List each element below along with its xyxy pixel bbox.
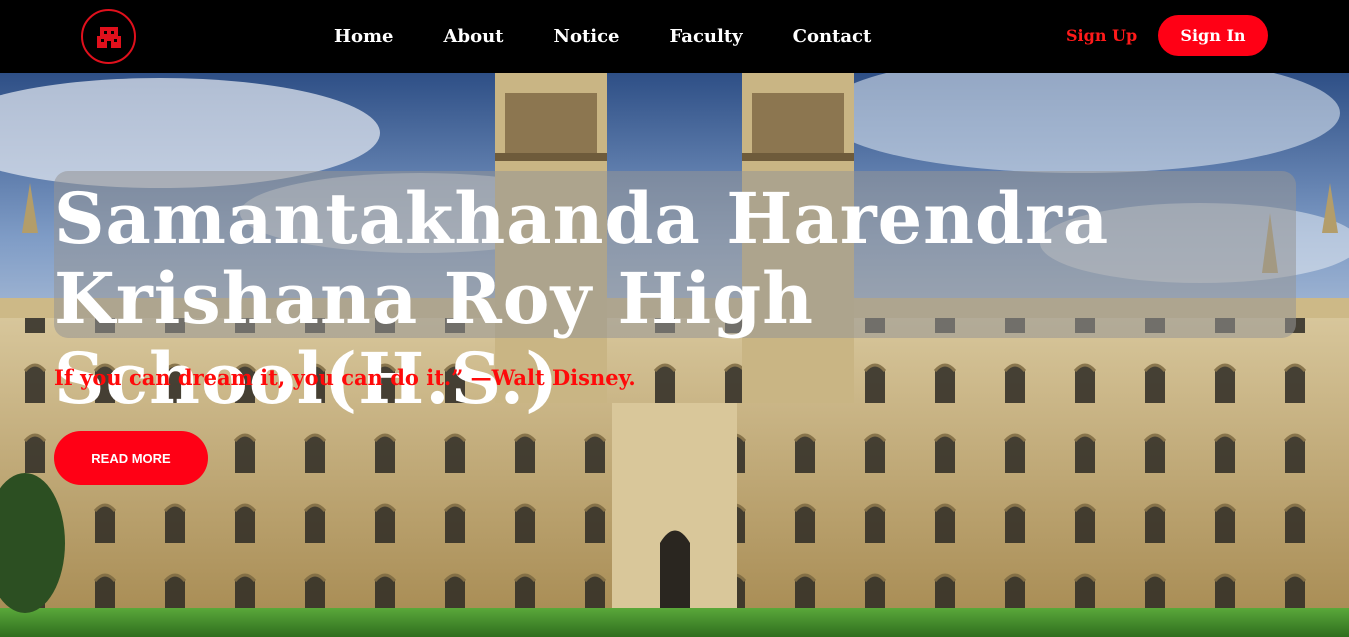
nav-contact[interactable]: Contact xyxy=(793,26,872,47)
top-navbar: Home About Notice Faculty Contact Sign U… xyxy=(0,0,1349,73)
school-building-icon xyxy=(96,26,121,48)
nav-faculty[interactable]: Faculty xyxy=(670,26,743,47)
sign-up-link[interactable]: Sign Up xyxy=(1066,26,1137,45)
nav-about[interactable]: About xyxy=(444,26,504,47)
hero-section: Samantakhanda Harendra Krishana Roy High… xyxy=(0,73,1349,637)
nav-notice[interactable]: Notice xyxy=(553,26,619,47)
main-nav: Home About Notice Faculty Contact xyxy=(334,0,871,73)
logo[interactable] xyxy=(81,9,136,64)
nav-home[interactable]: Home xyxy=(334,26,394,47)
read-more-button[interactable]: READ MORE xyxy=(54,431,208,485)
hero-quote: If you can dream it, you can do it.” —Wa… xyxy=(54,365,636,390)
sign-in-button[interactable]: Sign In xyxy=(1158,15,1268,56)
